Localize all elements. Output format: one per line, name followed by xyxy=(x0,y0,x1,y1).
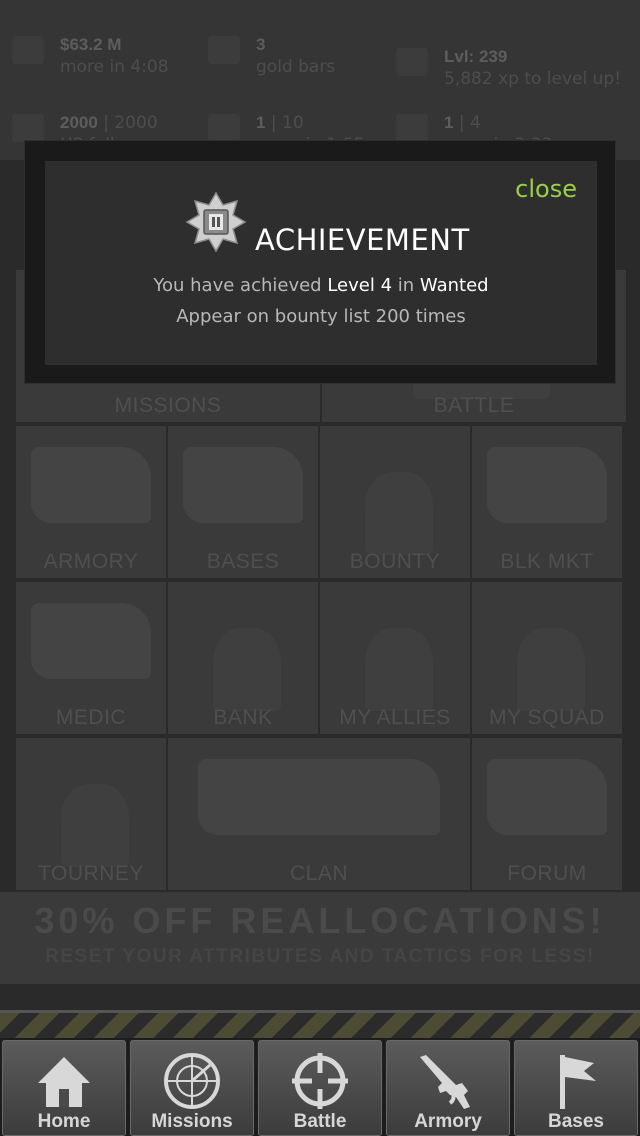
tile-my-allies[interactable]: MY ALLIES xyxy=(320,582,470,734)
achievement-description: You have achieved Level 4 in Wanted xyxy=(45,275,597,296)
promo-banner[interactable]: 30% OFF REALLOCATIONS! RESET YOUR ATTRIB… xyxy=(0,892,640,984)
achievement-title: ACHIEVEMENT xyxy=(255,223,470,257)
level-stat: Lvl: 239 5,882 xp to level up! xyxy=(396,46,622,90)
forum-image xyxy=(487,759,607,836)
tile-medic-label: MEDIC xyxy=(55,706,127,729)
promo-subline: RESET YOUR ATTRIBUTES AND TACTICS FOR LE… xyxy=(45,946,595,967)
gold-label: gold bars xyxy=(256,57,336,77)
achievement-requirement: Appear on bounty list 200 times xyxy=(176,306,466,327)
tile-bounty-label: BOUNTY xyxy=(349,550,441,573)
tab-battle[interactable]: Battle xyxy=(258,1040,382,1136)
bank-image xyxy=(213,627,281,712)
cash-timer: more in 4:08 xyxy=(60,57,169,77)
crosshair-icon xyxy=(292,1053,348,1109)
achievement-category: Wanted xyxy=(419,275,489,296)
tile-my-squad[interactable]: MY SQUAD xyxy=(472,582,622,734)
tile-bases[interactable]: BASES xyxy=(168,426,318,578)
energy-max: | 10 xyxy=(270,113,304,133)
cash-value: $63.2 M xyxy=(60,35,122,54)
hp-max: | 2000 xyxy=(103,113,158,133)
energy-value: 1 xyxy=(256,113,266,132)
stats-header: $63.2 M more in 4:08 3 gold bars Lvl: 23… xyxy=(0,0,640,160)
tile-blk-mkt-label: BLK MKT xyxy=(500,550,594,573)
stamina-value: 1 xyxy=(444,113,454,132)
tab-home[interactable]: Home xyxy=(2,1040,126,1136)
helicopter-image xyxy=(31,447,151,524)
tile-bank-label: BANK xyxy=(213,706,273,729)
tile-clan-label: CLAN xyxy=(289,862,349,885)
tab-armory[interactable]: Armory xyxy=(386,1040,510,1136)
health-icon xyxy=(12,114,44,142)
squad-image xyxy=(517,627,585,712)
tile-tourney-label: TOURNEY xyxy=(38,862,144,885)
tab-missions[interactable]: Missions xyxy=(130,1040,254,1136)
tab-home-label: Home xyxy=(37,1111,91,1132)
tile-tourney[interactable]: TOURNEY xyxy=(16,738,166,890)
tile-battle-label: BATTLE xyxy=(433,394,515,417)
tab-armory-label: Armory xyxy=(414,1111,482,1132)
achievement-level: Level 4 xyxy=(327,275,393,296)
tile-bounty[interactable]: BOUNTY xyxy=(320,426,470,578)
allies-image xyxy=(365,627,433,712)
xp-remaining: 5,882 xp to level up! xyxy=(444,69,622,89)
tile-missions-label: MISSIONS xyxy=(114,394,222,417)
medic-image xyxy=(31,603,151,680)
radar-icon xyxy=(164,1053,220,1109)
bottom-tab-bar: Home Missions Battle Armory Bases xyxy=(0,1038,640,1136)
tile-my-squad-label: MY SQUAD xyxy=(489,706,605,729)
tile-forum[interactable]: FORUM xyxy=(472,738,622,890)
tile-forum-label: FORUM xyxy=(507,862,587,885)
tile-armory-label: ARMORY xyxy=(43,550,139,573)
soldier-image xyxy=(365,471,433,556)
tab-missions-label: Missions xyxy=(151,1111,233,1132)
stamina-max: | 4 xyxy=(458,113,481,133)
tab-bases-label: Bases xyxy=(548,1111,604,1132)
tab-bases[interactable]: Bases xyxy=(514,1040,638,1136)
gold-value: 3 xyxy=(256,35,266,54)
base-image xyxy=(183,447,303,524)
achievement-modal: close ACHIEVEMENT You have achieved Leve… xyxy=(24,140,616,384)
tile-blk-mkt[interactable]: BLK MKT xyxy=(472,426,622,578)
money-icon xyxy=(12,36,44,64)
tourney-image xyxy=(61,783,129,868)
energy-icon xyxy=(208,114,240,142)
rank-icon xyxy=(396,48,428,76)
hp-value: 2000 xyxy=(60,113,98,132)
gold-stat: 3 gold bars xyxy=(208,34,336,78)
achievement-prefix: You have achieved xyxy=(153,275,322,296)
black-market-image xyxy=(487,447,607,524)
tile-medic[interactable]: MEDIC xyxy=(16,582,166,734)
clan-image xyxy=(198,759,440,836)
tile-clan[interactable]: CLAN xyxy=(168,738,470,890)
cash-stat: $63.2 M more in 4:08 xyxy=(12,34,169,78)
house-icon xyxy=(38,1057,90,1107)
tile-bank[interactable]: BANK xyxy=(168,582,318,734)
gold-bar-icon xyxy=(208,36,240,64)
tile-my-allies-label: MY ALLIES xyxy=(339,706,451,729)
stamina-icon xyxy=(396,114,428,142)
achievement-panel: close ACHIEVEMENT You have achieved Leve… xyxy=(45,161,597,365)
promo-headline: 30% OFF REALLOCATIONS! xyxy=(34,900,606,941)
tile-bases-label: BASES xyxy=(206,550,280,573)
rifle-icon xyxy=(420,1055,470,1109)
achievement-in: in xyxy=(397,275,415,296)
close-button[interactable]: close xyxy=(515,175,577,203)
level-value: Lvl: 239 xyxy=(444,47,508,66)
tab-battle-label: Battle xyxy=(293,1111,347,1132)
achievement-badge-icon xyxy=(185,191,247,253)
tile-armory[interactable]: ARMORY xyxy=(16,426,166,578)
flag-icon xyxy=(560,1055,596,1109)
